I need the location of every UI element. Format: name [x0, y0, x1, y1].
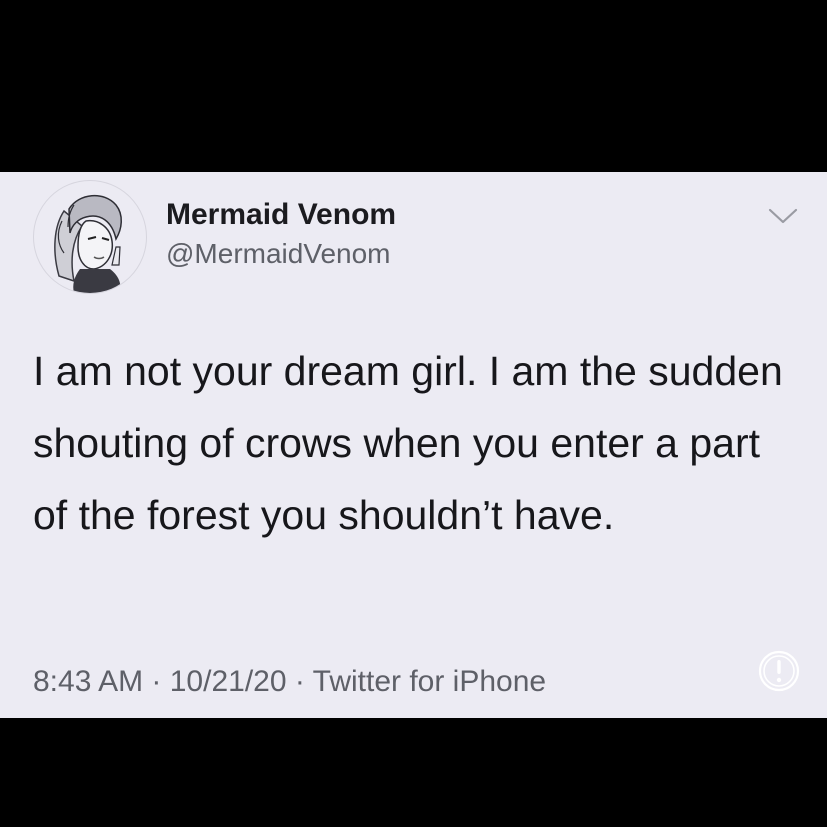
tweet-source[interactable]: Twitter for iPhone — [313, 665, 546, 698]
info-icon[interactable] — [757, 649, 801, 693]
meta-separator: · — [143, 665, 170, 698]
tweet-time[interactable]: 8:43 AM — [33, 665, 143, 698]
display-name[interactable]: Mermaid Venom — [166, 198, 396, 232]
tweet-metadata: 8:43 AM · 10/21/20 · Twitter for iPhone — [33, 665, 546, 699]
tweet-card: Mermaid Venom @MermaidVenom I am not you… — [0, 172, 827, 718]
chevron-down-icon[interactable] — [765, 204, 801, 228]
tweet-text: I am not your dream girl. I am the sudde… — [33, 348, 783, 538]
tweet-date[interactable]: 10/21/20 — [170, 665, 287, 698]
avatar[interactable] — [33, 180, 147, 294]
user-handle[interactable]: @MermaidVenom — [166, 238, 391, 270]
screenshot-frame: Mermaid Venom @MermaidVenom I am not you… — [0, 0, 827, 827]
meta-separator: · — [286, 665, 313, 698]
avatar-illustration — [54, 195, 122, 293]
